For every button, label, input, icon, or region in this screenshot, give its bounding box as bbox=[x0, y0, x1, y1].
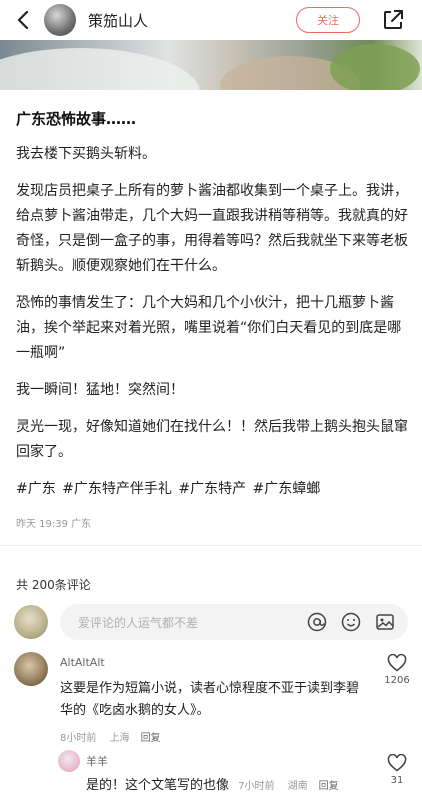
post-paragraph: 灵光一现，好像知道她们在找什么！！然后我带上鹅头抱头鼠窜回家了。 bbox=[16, 419, 408, 460]
mention-icon[interactable] bbox=[306, 611, 328, 633]
comment-input-row: 爱评论的人运气都不差 bbox=[14, 602, 408, 642]
comment-time: 7小时前 bbox=[238, 781, 275, 792]
comment-input-placeholder: 爱评论的人运气都不差 bbox=[78, 615, 199, 630]
greens-shape bbox=[330, 44, 420, 90]
my-avatar bbox=[14, 605, 48, 639]
share-icon[interactable] bbox=[382, 9, 404, 31]
comment-location: 上海 bbox=[109, 733, 130, 744]
post-tags[interactable]: #广东 #广东特产伴手礼 #广东特产 #广东蟑螂 bbox=[16, 477, 408, 501]
post-title: 广东恐怖故事…… bbox=[16, 110, 137, 128]
like-count: 31 bbox=[390, 775, 404, 786]
comment-location: 湖南 bbox=[287, 781, 308, 792]
top-bar: 策笳山人 关注 bbox=[0, 0, 422, 40]
commenter-avatar[interactable] bbox=[58, 750, 80, 772]
follow-button[interactable]: 关注 bbox=[296, 7, 360, 33]
post-content: 广东恐怖故事…… 我去楼下买鹅头斩料。 发现店员把桌子上所有的萝卜酱油都收集到一… bbox=[16, 104, 408, 530]
commenter-name[interactable]: 羊羊 bbox=[86, 753, 108, 769]
plate-shape bbox=[0, 48, 200, 90]
comment-input[interactable]: 爱评论的人运气都不差 bbox=[60, 604, 408, 640]
post-paragraph: 我一瞬间！猛地！突然间！ bbox=[16, 382, 184, 398]
image-icon[interactable] bbox=[374, 611, 396, 633]
comment-item: 羊羊 是的！这个文笔写的也像 7小时前 湖南 回复 31 bbox=[14, 750, 408, 799]
emoji-icon[interactable] bbox=[340, 611, 362, 633]
author-avatar[interactable] bbox=[44, 4, 76, 36]
post-paragraph: 我去楼下买鹅头斩料。 bbox=[16, 146, 156, 162]
like-count: 1206 bbox=[384, 675, 410, 686]
comment-item: AltAltAlt 这要是作为短篇小说，读者心惊程度不亚于读到李碧华的《吃卤水鹅… bbox=[14, 652, 410, 745]
divider bbox=[0, 545, 422, 546]
like-button[interactable]: 31 bbox=[382, 754, 412, 786]
back-icon[interactable] bbox=[14, 11, 32, 29]
commenter-avatar[interactable] bbox=[14, 652, 48, 686]
post-paragraph: 恐怖的事情发生了：几个大妈和几个小伙汁，把十几瓶萝卜酱油，挨个举起来对着光照，嘴… bbox=[16, 295, 402, 361]
comment-text: 这要是作为短篇小说，读者心惊程度不亚于读到李碧华的《吃卤水鹅的女人》。 bbox=[60, 681, 360, 718]
post-paragraph: 发现店员把桌子上所有的萝卜酱油都收集到一个桌子上。我讲，给点萝卜酱油带走，几个大… bbox=[16, 183, 408, 274]
author-name[interactable]: 策笳山人 bbox=[88, 10, 296, 31]
commenter-name[interactable]: AltAltAlt bbox=[60, 656, 105, 669]
comment-meta: 8小时前 上海 回复 bbox=[60, 726, 161, 745]
comment-count: 共 200条评论 bbox=[16, 578, 91, 592]
like-button[interactable]: 1206 bbox=[382, 654, 412, 686]
post-image[interactable] bbox=[0, 40, 422, 90]
comment-text: 是的！这个文笔写的也像 bbox=[86, 778, 230, 793]
reply-button[interactable]: 回复 bbox=[141, 733, 161, 744]
comment-time: 8小时前 bbox=[60, 733, 97, 744]
post-meta: 昨天 19:39 广东 bbox=[16, 519, 92, 530]
reply-button[interactable]: 回复 bbox=[319, 781, 339, 792]
comment-body: 是的！这个文笔写的也像 7小时前 湖南 回复 bbox=[86, 774, 339, 797]
heart-icon bbox=[387, 754, 407, 772]
heart-icon bbox=[387, 654, 407, 672]
